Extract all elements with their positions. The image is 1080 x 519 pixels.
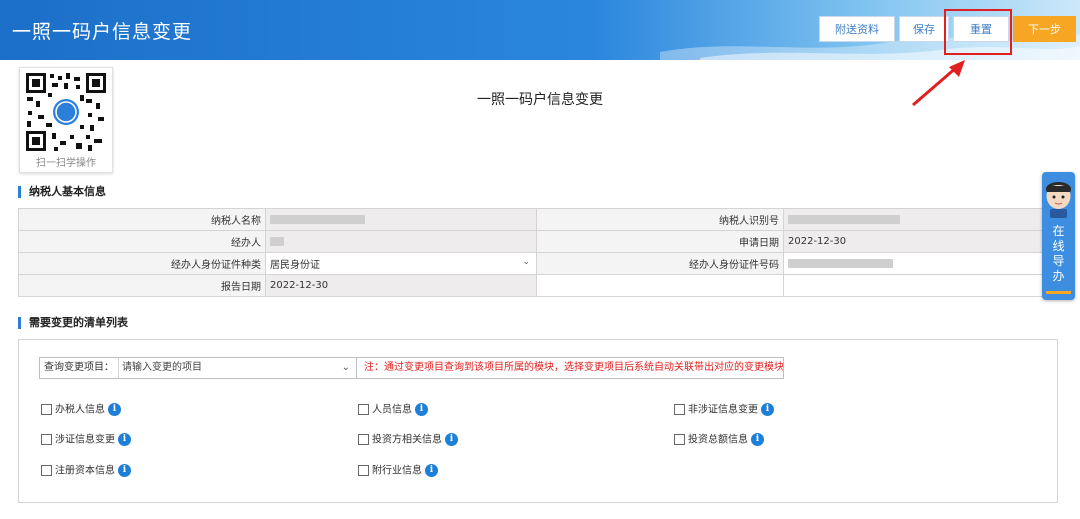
table-row: 经办人身份证件种类 居民身份证 ⌄ 经办人身份证件号码 <box>18 252 1059 275</box>
checkbox-icon <box>41 465 52 476</box>
checkbox-personnel-info[interactable]: 人员信息 i <box>358 403 428 418</box>
attach-documents-button[interactable]: 附送资料 <box>819 16 895 42</box>
checkbox-icon <box>41 404 52 415</box>
id-type-value: 居民身份证 <box>270 260 320 271</box>
change-note: 注：通过变更项目查询到该项目所属的模块，选择变更项目后系统自动关联带出对应的变更… <box>356 357 784 379</box>
checkbox-icon <box>674 404 685 415</box>
empty-label <box>536 274 784 297</box>
apply-date-label: 申请日期 <box>536 230 784 253</box>
highlight-box <box>944 9 1012 55</box>
redacted-text <box>788 258 893 268</box>
info-icon[interactable]: i <box>118 464 131 477</box>
id-number-value[interactable] <box>783 252 1059 275</box>
checkbox-icon <box>358 465 369 476</box>
qr-caption: 扫一扫学操作 <box>36 158 96 169</box>
checkbox-tax-handler-info[interactable]: 办税人信息 i <box>41 403 121 418</box>
checkbox-icon <box>41 434 52 445</box>
checkbox-icon <box>358 404 369 415</box>
table-row: 报告日期 2022-12-30 <box>18 274 1059 297</box>
qr-code-icon <box>24 71 108 153</box>
id-number-label: 经办人身份证件号码 <box>536 252 784 275</box>
info-icon[interactable]: i <box>445 433 458 446</box>
taxpayer-id-value <box>783 208 1059 231</box>
change-list-panel: 查询变更项目： 请输入变更的项目 ⌄ 注：通过变更项目查询到该项目所属的模块，选… <box>18 339 1058 503</box>
info-icon[interactable]: i <box>415 403 428 416</box>
online-help-button[interactable]: 在线导办 <box>1042 172 1075 300</box>
assistant-avatar-icon <box>1046 182 1071 218</box>
chevron-down-icon: ⌄ <box>522 257 530 267</box>
chevron-down-icon: ⌄ <box>341 362 350 373</box>
basic-info-table: 纳税人名称 纳税人识别号 经办人 申请日期 2022-12-30 经办人身份证件… <box>18 208 1059 297</box>
next-step-button[interactable]: 下一步 <box>1013 16 1076 42</box>
info-icon[interactable]: i <box>118 433 131 446</box>
id-type-label: 经办人身份证件种类 <box>18 252 266 275</box>
redacted-text <box>270 214 365 224</box>
checkbox-license-change[interactable]: 涉证信息变更 i <box>41 433 131 448</box>
info-icon[interactable]: i <box>425 464 438 477</box>
checkbox-total-investment-info[interactable]: 投资总额信息 i <box>674 433 764 448</box>
checkbox-registered-capital-info[interactable]: 注册资本信息 i <box>41 464 131 479</box>
section-title-change-list: 需要变更的清单列表 <box>18 317 128 329</box>
taxpayer-id-label: 纳税人识别号 <box>536 208 784 231</box>
qr-code-card[interactable]: 扫一扫学操作 <box>19 67 113 173</box>
redacted-text <box>270 236 284 246</box>
info-icon[interactable]: i <box>751 433 764 446</box>
section-title-basic-info: 纳税人基本信息 <box>18 186 106 198</box>
redacted-text <box>788 214 900 224</box>
info-icon[interactable]: i <box>761 403 774 416</box>
taxpayer-name-label: 纳税人名称 <box>18 208 266 231</box>
report-date-label: 报告日期 <box>18 274 266 297</box>
online-help-accent-bar <box>1046 291 1071 294</box>
page-title: 一照一码户信息变更 <box>477 92 603 108</box>
checkbox-icon <box>358 434 369 445</box>
info-icon[interactable]: i <box>108 403 121 416</box>
taxpayer-name-value <box>265 208 537 231</box>
app-title: 一照一码户信息变更 <box>12 21 193 43</box>
handler-label: 经办人 <box>18 230 266 253</box>
table-row: 经办人 申请日期 2022-12-30 <box>18 230 1059 253</box>
save-button[interactable]: 保存 <box>899 16 949 42</box>
query-label: 查询变更项目： <box>40 358 119 378</box>
id-type-select[interactable]: 居民身份证 ⌄ <box>265 252 537 275</box>
report-date-value: 2022-12-30 <box>265 274 537 297</box>
checkbox-non-license-change[interactable]: 非涉证信息变更 i <box>674 403 774 418</box>
empty-value <box>783 274 1059 297</box>
query-change-item-select[interactable]: 查询变更项目： 请输入变更的项目 ⌄ <box>39 357 357 379</box>
checkbox-investor-info[interactable]: 投资方相关信息 i <box>358 433 458 448</box>
checkbox-secondary-industry-info[interactable]: 附行业信息 i <box>358 464 438 479</box>
checkbox-icon <box>674 434 685 445</box>
online-help-label: 在线导办 <box>1052 224 1065 283</box>
apply-date-value: 2022-12-30 <box>783 230 1059 253</box>
table-row: 纳税人名称 纳税人识别号 <box>18 208 1059 231</box>
query-placeholder: 请输入变更的项目 <box>122 362 202 373</box>
handler-value <box>265 230 537 253</box>
